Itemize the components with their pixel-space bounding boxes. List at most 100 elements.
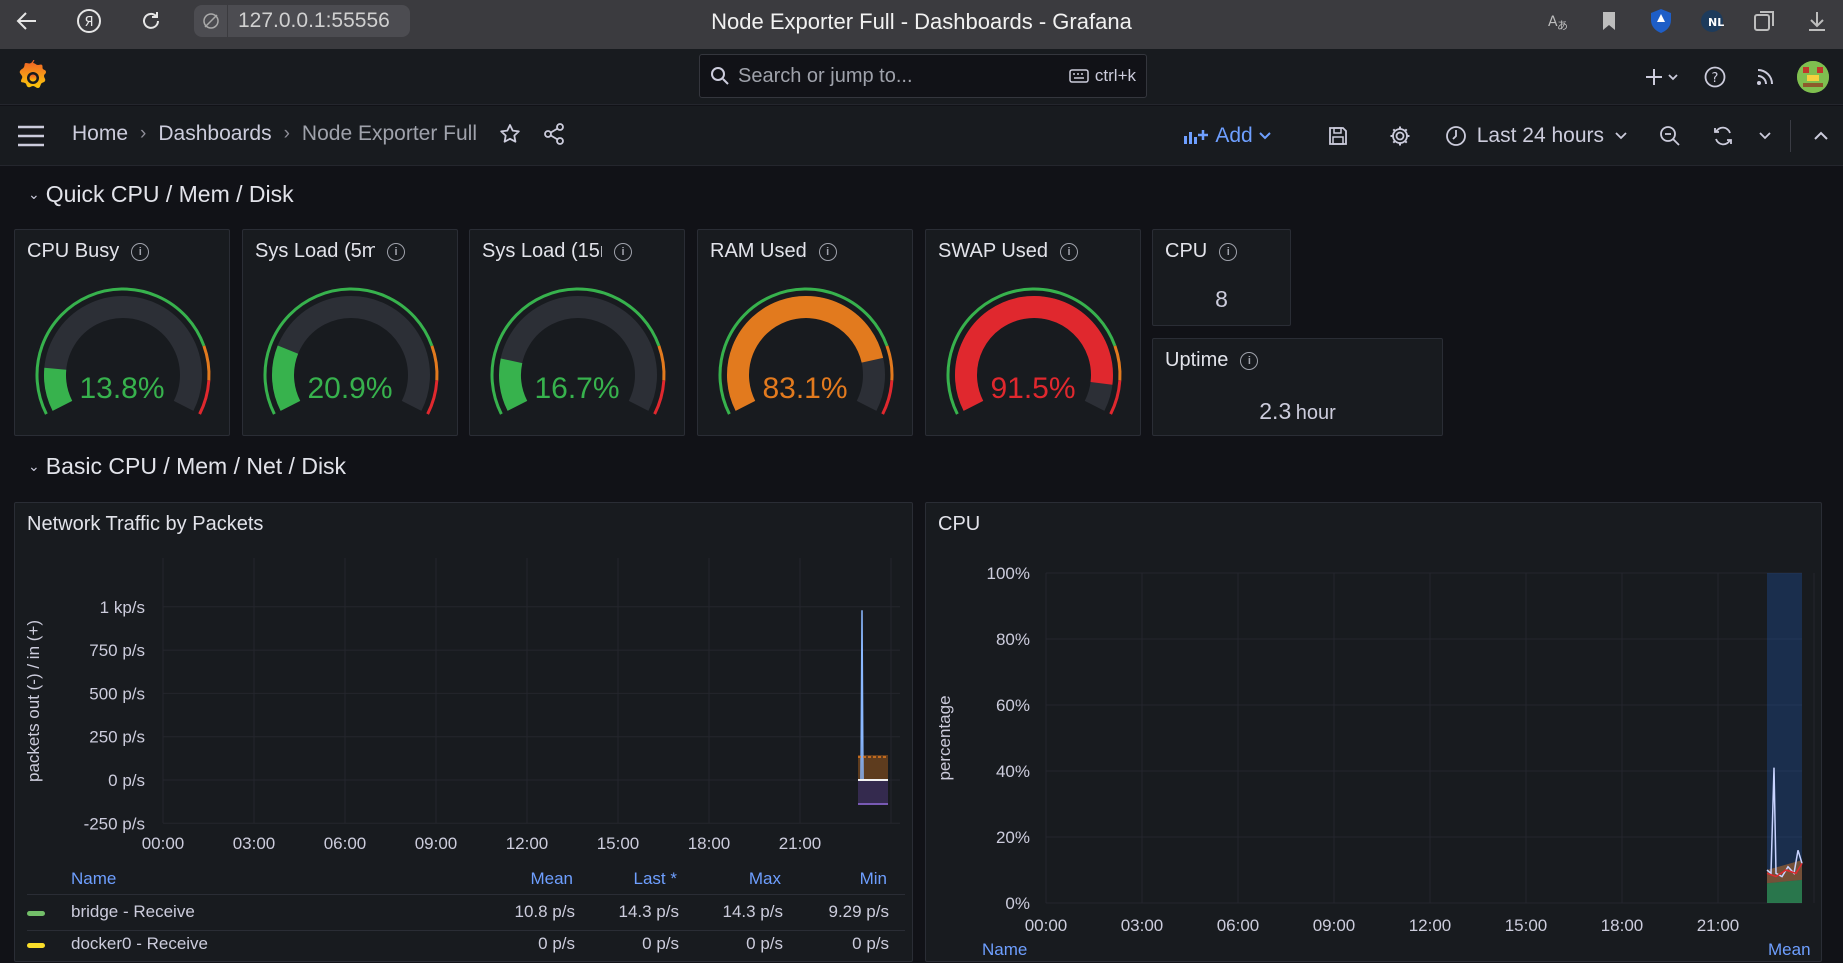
y-axis-label: packets out (-) / in (+) — [24, 620, 43, 782]
gauge-panel-4[interactable]: RAM Used i 83.1% — [697, 229, 913, 436]
legend-cell-last: 14.3 p/s — [618, 902, 680, 921]
panel-title-text: CPU — [1165, 240, 1208, 262]
share-icon[interactable] — [543, 123, 565, 145]
legend-header[interactable]: Name — [71, 869, 116, 889]
site-info-icon[interactable] — [194, 5, 228, 37]
network-chart: 1 kp/s 750 p/s 500 p/s 250 p/s 0 p/s -250 p/s… — [24, 558, 900, 853]
legend-header[interactable]: Name — [982, 940, 1027, 960]
yandex-icon[interactable]: Я — [72, 4, 106, 38]
legend-divider — [27, 894, 905, 895]
add-button[interactable]: Add — [1183, 124, 1271, 148]
extension-nl-icon[interactable]: NL — [1687, 0, 1739, 42]
x-tick-label: 21:00 — [779, 834, 822, 853]
save-icon[interactable] — [1307, 106, 1369, 166]
user-avatar[interactable] — [1797, 61, 1829, 93]
info-icon[interactable]: i — [1240, 351, 1259, 370]
svg-text:NL: NL — [1708, 16, 1724, 29]
legend-header[interactable]: Mean — [1768, 940, 1811, 960]
chevron-right-icon: › — [283, 123, 290, 144]
stat-panel-uptime[interactable]: Uptime i 2.3 hour — [1152, 338, 1443, 436]
y-tick-label: 80% — [996, 630, 1030, 649]
x-tick-label: 15:00 — [1505, 916, 1548, 935]
legend-cell-max: 0 p/s — [746, 934, 783, 953]
legend-row[interactable]: bridge - Receive 10.8 p/s 14.3 p/s 14.3 p/s… — [15, 902, 914, 926]
legend-header[interactable]: Mean — [530, 869, 573, 889]
legend-cell-mean: 10.8 p/s — [514, 902, 576, 921]
row-quick-cpu-mem-disk[interactable]: ⌄ Quick CPU / Mem / Disk — [28, 181, 294, 208]
stat-value: 8 — [1215, 286, 1228, 312]
row-basic-cpu-mem-net-disk[interactable]: ⌄ Basic CPU / Mem / Net / Disk — [28, 453, 346, 480]
breadcrumb-dashboards[interactable]: Dashboards — [158, 122, 271, 146]
star-icon[interactable] — [499, 123, 521, 145]
legend-header[interactable]: Max — [749, 869, 781, 889]
breadcrumb-current: Node Exporter Full — [301, 122, 477, 145]
x-tick-label: 00:00 — [142, 834, 185, 853]
panel-title: Uptime i — [1165, 349, 1259, 372]
dashboard-nav: Home › Dashboards › Node Exporter Full A… — [0, 106, 1843, 166]
y-tick-label: 750 p/s — [89, 641, 145, 660]
panel-network-traffic-by-packets[interactable]: Network Traffic by Packets 1 kp/s 750 p/s… — [14, 502, 913, 962]
chevron-down-icon: ⌄ — [28, 458, 40, 474]
news-feed-icon[interactable] — [1743, 49, 1787, 105]
x-tick-label: 18:00 — [1601, 916, 1644, 935]
gauge-panel-3[interactable]: Sys Load (15m avg)i16.7% — [469, 229, 685, 436]
uptime-number: 2.3 — [1259, 398, 1292, 424]
add-button-label: Add — [1215, 124, 1253, 147]
gauge-value: 91.5% — [990, 372, 1076, 405]
legend-header[interactable]: Min — [860, 869, 887, 889]
gauge-panel-1[interactable]: CPU Busy i 13.8% — [14, 229, 230, 436]
x-tick-label: 15:00 — [597, 834, 640, 853]
y-tick-label: 500 p/s — [89, 684, 145, 703]
menu-icon[interactable] — [16, 123, 46, 149]
x-tick-label: 00:00 — [1025, 916, 1068, 935]
gauge-panel-5[interactable]: SWAP Used i 91.5% — [925, 229, 1141, 436]
x-tick-label: 12:00 — [1409, 916, 1452, 935]
legend-cell-min: 0 p/s — [852, 934, 889, 953]
help-icon[interactable]: ? — [1687, 49, 1743, 105]
chevron-down-icon — [1259, 132, 1271, 140]
bookmark-icon[interactable] — [1583, 0, 1635, 42]
svg-text:Я: Я — [84, 15, 93, 30]
download-icon[interactable] — [1791, 0, 1843, 42]
gauge-panel-2[interactable]: Sys Load (5m avg)i20.9% — [242, 229, 458, 436]
breadcrumb: Home › Dashboards › Node Exporter Full — [72, 122, 565, 146]
legend-row[interactable]: docker0 - Receive 0 p/s 0 p/s 0 p/s 0 p/s — [15, 934, 914, 958]
search-bar[interactable]: Search or jump to... ctrl+k — [699, 54, 1147, 98]
y-tick-label: -250 p/s — [84, 814, 145, 833]
x-tick-label: 18:00 — [688, 834, 731, 853]
legend-header[interactable]: Last * — [634, 869, 677, 889]
time-range-picker[interactable]: Last 24 hours — [1431, 124, 1642, 148]
chevron-right-icon: › — [140, 123, 147, 144]
translate-icon[interactable]: Aあ — [1531, 0, 1583, 42]
legend-cell-name: bridge - Receive — [71, 902, 195, 921]
gauge-value: 16.7% — [534, 372, 620, 405]
reload-icon[interactable] — [134, 4, 168, 38]
refresh-icon[interactable] — [1698, 106, 1748, 166]
stat-panel-cpu[interactable]: CPU i 8 — [1152, 229, 1291, 326]
extension-shield-icon[interactable] — [1635, 0, 1687, 42]
breadcrumb-home[interactable]: Home — [72, 122, 128, 146]
settings-gear-icon[interactable] — [1369, 106, 1431, 166]
panel-title-text: Uptime — [1165, 349, 1229, 371]
collapse-chevron-up-icon[interactable] — [1799, 106, 1843, 166]
row-title-label: Quick CPU / Mem / Disk — [45, 181, 294, 207]
refresh-interval-chevron-icon[interactable] — [1748, 106, 1782, 166]
y-tick-label: 250 p/s — [89, 728, 145, 747]
panel-cpu-graph[interactable]: CPU 100% 80% 60% 40% 20% 0% percentage 00:00 03:… — [925, 502, 1822, 962]
search-shortcut: ctrl+k — [1069, 66, 1136, 86]
zoom-out-icon[interactable] — [1642, 106, 1698, 166]
address-bar[interactable]: 127.0.0.1:55556 — [194, 5, 410, 37]
series-color-swatch — [27, 911, 45, 916]
y-tick-label: 60% — [996, 696, 1030, 715]
shortcut-label: ctrl+k — [1094, 66, 1136, 85]
stat-value: 2.3 hour — [1153, 398, 1442, 425]
x-tick-label: 09:00 — [1313, 916, 1356, 935]
grafana-top-nav: Search or jump to... ctrl+k ? — [0, 49, 1843, 105]
back-icon[interactable] — [10, 4, 44, 38]
y-tick-label: 20% — [996, 828, 1030, 847]
info-icon[interactable]: i — [1219, 242, 1238, 261]
new-plus-icon[interactable] — [1637, 49, 1687, 105]
grafana-logo-icon[interactable] — [16, 59, 50, 94]
collections-icon[interactable] — [1739, 0, 1791, 42]
y-tick-label: 0% — [1005, 894, 1030, 913]
